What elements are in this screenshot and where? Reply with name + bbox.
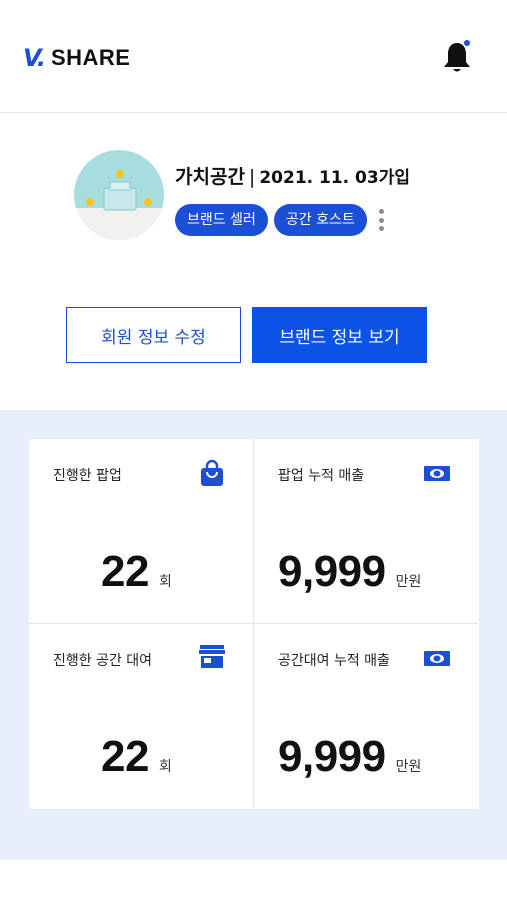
avatar[interactable] (74, 150, 164, 240)
join-date: 2021. 11. 03가입 (259, 168, 410, 188)
profile-name: 가치공간 (175, 166, 245, 188)
stat-unit: 회 (158, 574, 172, 590)
logo-text: SHARE (50, 45, 131, 70)
edit-profile-button[interactable]: 회원 정보 수정 (66, 307, 241, 363)
notification-dot (464, 40, 470, 46)
stat-label: 공간대여 누적 매출 (278, 653, 390, 669)
stat-label: 진행한 팝업 (53, 468, 122, 484)
store-icon (199, 645, 225, 668)
profile-separator: | (248, 166, 256, 188)
kebab-menu-icon[interactable] (378, 209, 384, 231)
badge-brand-seller: 브랜드 셀러 (175, 204, 268, 236)
stat-card-space-rentals: 진행한 공간 대여 22 회 (29, 624, 254, 808)
stat-value: 9,999 (278, 732, 386, 781)
stat-value-row: 22 회 (101, 732, 172, 782)
bottom-area (0, 860, 507, 900)
stat-value: 9,999 (278, 547, 386, 596)
view-brand-button[interactable]: 브랜드 정보 보기 (252, 307, 427, 363)
stat-value: 22 (101, 547, 149, 596)
stat-value-row: 22 회 (101, 547, 172, 597)
stat-label: 팝업 누적 매출 (278, 468, 365, 484)
stat-value-row: 9,999 만원 (278, 547, 421, 597)
logo-mark: V. (23, 44, 46, 72)
stat-card-popups: 진행한 팝업 22 회 (29, 439, 254, 624)
stat-value-row: 9,999 만원 (278, 732, 421, 782)
role-badges: 브랜드 셀러 공간 호스트 (175, 204, 384, 236)
stat-card-rental-sales: 공간대여 누적 매출 9,999 만원 (254, 624, 478, 808)
stat-label: 진행한 공간 대여 (53, 653, 153, 669)
logo[interactable]: V. SHARE (23, 44, 130, 72)
stat-unit: 회 (158, 759, 172, 775)
stat-unit: 만원 (395, 574, 422, 590)
profile-section: 가치공간 | 2021. 11. 03가입 브랜드 셀러 공간 호스트 회원 정보 … (0, 112, 507, 410)
app-header: V. SHARE (0, 0, 507, 113)
badge-space-host: 공간 호스트 (273, 204, 367, 236)
stat-value: 22 (101, 732, 149, 781)
profile-name-line: 가치공간 | 2021. 11. 03가입 (175, 162, 410, 189)
stat-card-popup-sales: 팝업 누적 매출 9,999 만원 (254, 439, 478, 624)
stat-unit: 만원 (395, 759, 422, 775)
cash-icon (424, 466, 450, 481)
stats-grid: 진행한 팝업 22 회 팝업 누적 매출 9,999 만원 진행한 공간 대여 (29, 439, 479, 809)
cash-icon (424, 651, 450, 666)
shopping-bag-icon (201, 459, 223, 486)
